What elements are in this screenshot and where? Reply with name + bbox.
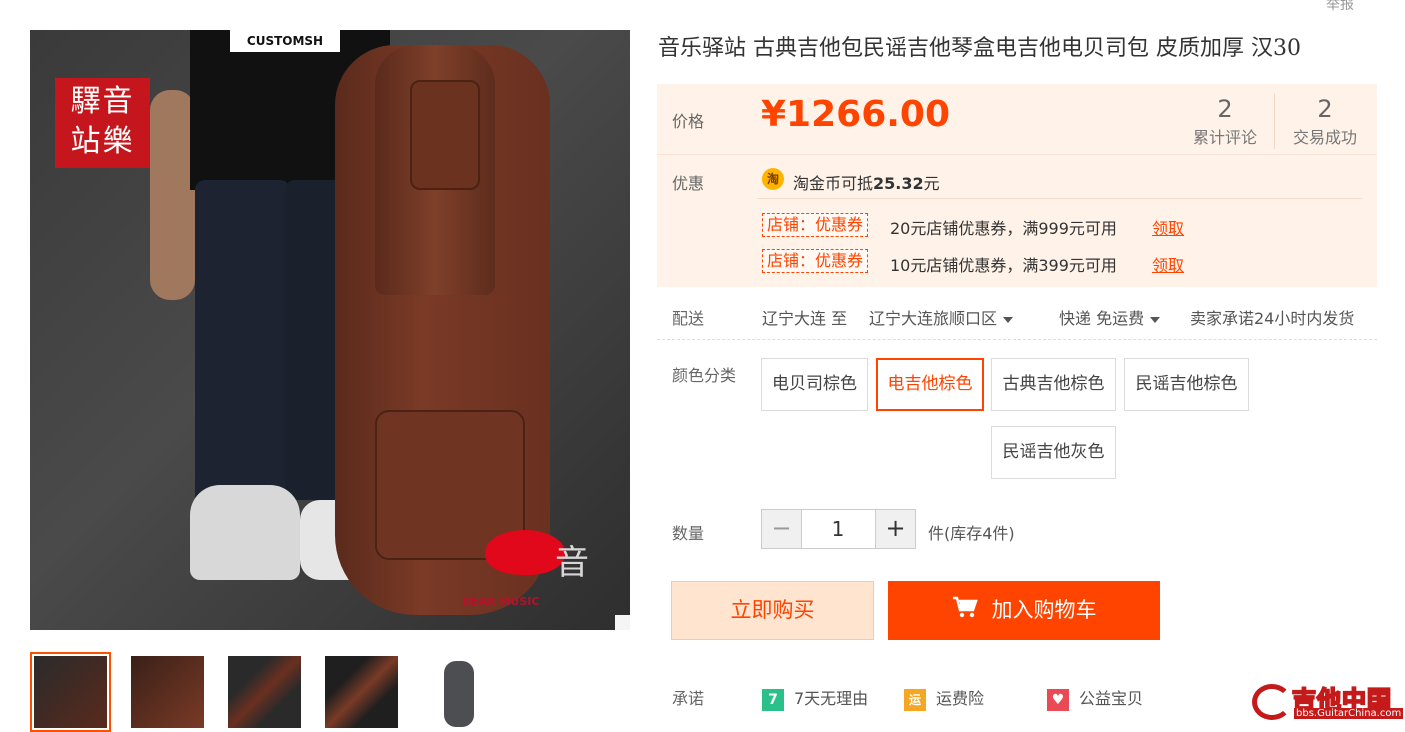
shipping-from: 辽宁大连 至 bbox=[762, 309, 848, 328]
promise-7day-return[interactable]: 7 7天无理由 bbox=[762, 685, 868, 711]
color-label: 颜色分类 bbox=[672, 366, 737, 385]
coupon-tag-1: 店铺：优惠券 bbox=[762, 213, 869, 237]
quantity-decrease-button[interactable]: − bbox=[761, 509, 802, 549]
review-stat[interactable]: 2 累计评论 bbox=[1175, 94, 1275, 148]
watermark-char: 音 bbox=[555, 543, 589, 583]
sku-option-folk-gray[interactable]: 民谣吉他灰色 bbox=[991, 426, 1116, 479]
deal-count: 2 bbox=[1317, 95, 1333, 123]
shipping-promise: 卖家承诺24小时内发货 bbox=[1190, 309, 1355, 328]
brand-seal-logo: 驛音站樂 bbox=[55, 78, 150, 168]
promise-shipping-insurance[interactable]: 运运费险 bbox=[904, 685, 984, 711]
image-shoe-left bbox=[190, 485, 300, 580]
price-divider bbox=[657, 154, 1377, 155]
product-page: 举报 CUSTOMSH 驛音站樂 音 DEAR MUSIC 音乐驿站 古典吉他包… bbox=[0, 0, 1405, 732]
watermark-brand: DEAR MUSIC bbox=[462, 595, 540, 608]
promo-label: 优惠 bbox=[672, 174, 705, 193]
sku-option-classical-brown[interactable]: 古典吉他棕色 bbox=[991, 358, 1116, 411]
heart-icon: ♥ bbox=[1047, 688, 1069, 711]
stock-info: 件(库存4件) bbox=[928, 524, 1015, 543]
quantity-input[interactable]: 1 bbox=[801, 509, 875, 549]
sku-option-bass-brown[interactable]: 电贝司棕色 bbox=[761, 358, 868, 411]
coin-discount-text: 淘金币可抵25.32元 bbox=[793, 170, 940, 194]
deal-stat[interactable]: 2 交易成功 bbox=[1275, 94, 1375, 148]
thumbnail-2[interactable] bbox=[127, 652, 208, 732]
taojinbi-coin-icon: 淘 bbox=[762, 168, 784, 190]
shipping-row: 配送 辽宁大连 至 辽宁大连旅顺口区 快递 免运费 卖家承诺24小时内发货 bbox=[657, 300, 1377, 340]
image-arm bbox=[150, 90, 195, 300]
truck-icon: 运 bbox=[904, 688, 926, 711]
coin-unit: 元 bbox=[923, 174, 940, 193]
review-label: 累计评论 bbox=[1192, 128, 1257, 147]
coupon-claim-link-1[interactable]: 领取 bbox=[1152, 215, 1184, 239]
image-jeans-left bbox=[195, 180, 290, 520]
image-bag-pocket-top bbox=[410, 80, 480, 190]
main-product-image[interactable]: CUSTOMSH 驛音站樂 音 DEAR MUSIC bbox=[30, 30, 630, 630]
shipping-destination-dropdown[interactable]: 辽宁大连旅顺口区 bbox=[869, 305, 1014, 329]
coin-amount: 25.32 bbox=[873, 174, 924, 193]
lips-logo-icon bbox=[485, 530, 565, 575]
report-link[interactable]: 举报 bbox=[1326, 0, 1354, 14]
price-value: ¥1266.00 bbox=[761, 94, 951, 135]
price-label: 价格 bbox=[672, 112, 705, 131]
zoom-icon[interactable] bbox=[615, 615, 630, 630]
shipping-label: 配送 bbox=[672, 309, 705, 328]
shipping-destination: 辽宁大连旅顺口区 bbox=[869, 309, 998, 328]
watermark-site-url: bbs.GuitarChina.com bbox=[1294, 708, 1404, 719]
add-to-cart-button[interactable]: 加入购物车 bbox=[888, 581, 1160, 640]
image-shirt-text: CUSTOMSH bbox=[230, 30, 340, 52]
promise-label: 承诺 bbox=[672, 689, 705, 708]
promise-insurance-text: 运费险 bbox=[936, 689, 985, 708]
seven-day-icon: 7 bbox=[762, 688, 784, 711]
shipping-method-dropdown[interactable]: 快递 免运费 bbox=[1059, 305, 1161, 329]
promise-7day-text: 7天无理由 bbox=[794, 689, 869, 708]
review-count: 2 bbox=[1217, 95, 1233, 123]
coupon-tag-2: 店铺：优惠券 bbox=[762, 249, 869, 273]
promise-charity[interactable]: ♥ 公益宝贝 bbox=[1047, 685, 1143, 711]
thumbnail-1[interactable] bbox=[30, 652, 111, 732]
coupon-desc-1: 20元店铺优惠券，满999元可用 bbox=[890, 219, 1117, 238]
guitarchina-logo-icon bbox=[1252, 684, 1292, 720]
thumbnail-strip bbox=[30, 652, 499, 732]
add-to-cart-label: 加入购物车 bbox=[991, 598, 1097, 622]
coupon-desc-2: 10元店铺优惠券，满399元可用 bbox=[890, 256, 1117, 275]
price-panel: 价格 ¥1266.00 2 累计评论 2 交易成功 优惠 淘 淘金币可抵25.3… bbox=[657, 84, 1377, 287]
sku-option-electric-brown[interactable]: 电吉他棕色 bbox=[876, 358, 984, 411]
quantity-label: 数量 bbox=[672, 524, 705, 543]
sku-option-folk-brown[interactable]: 民谣吉他棕色 bbox=[1124, 358, 1249, 411]
quantity-increase-button[interactable]: + bbox=[875, 509, 916, 549]
coin-text-prefix: 淘金币可抵 bbox=[793, 174, 874, 193]
thumbnail-3[interactable] bbox=[224, 652, 305, 732]
thumbnail-5[interactable] bbox=[418, 652, 499, 732]
chevron-down-icon bbox=[1003, 316, 1014, 323]
coupon-claim-link-2[interactable]: 领取 bbox=[1152, 252, 1184, 276]
cart-icon bbox=[952, 582, 978, 641]
thumbnail-4[interactable] bbox=[321, 652, 402, 732]
shipping-method: 快递 免运费 bbox=[1059, 309, 1145, 328]
product-title: 音乐驿站 古典吉他包民谣吉他琴盒电吉他电贝司包 皮质加厚 汉30 bbox=[658, 36, 1301, 61]
buy-now-button[interactable]: 立即购买 bbox=[671, 581, 874, 640]
deal-label: 交易成功 bbox=[1292, 128, 1357, 147]
chevron-down-icon bbox=[1150, 316, 1161, 323]
coin-divider bbox=[757, 198, 1362, 199]
promise-charity-text: 公益宝贝 bbox=[1079, 689, 1144, 708]
